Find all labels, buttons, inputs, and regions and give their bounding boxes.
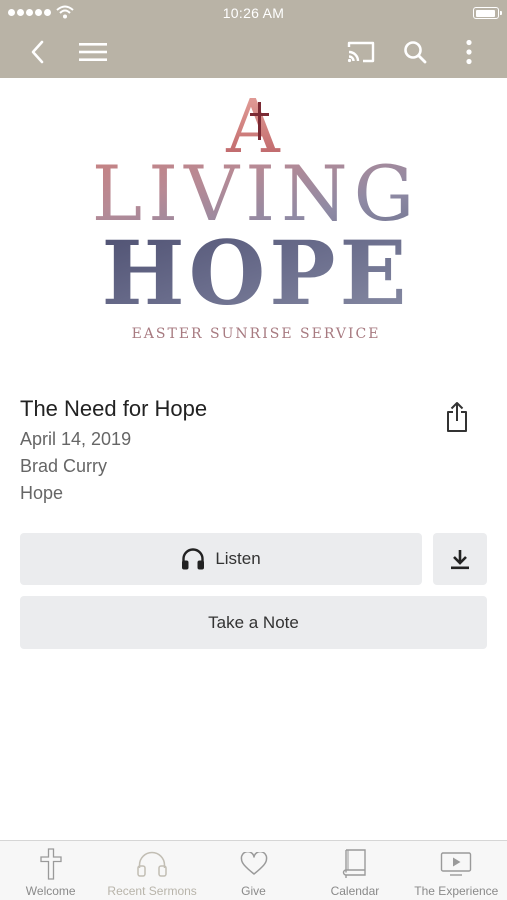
tab-bar: Welcome Recent Sermons Give Calendar The… [0,840,507,900]
headphones-icon [137,851,167,877]
tab-give[interactable]: Give [203,841,304,900]
take-a-note-button[interactable]: Take a Note [20,596,487,649]
navigation-bar [0,26,507,78]
take-a-note-label: Take a Note [208,612,299,632]
tab-label: Welcome [25,884,76,898]
sermon-series: Hope [20,483,64,503]
menu-button[interactable] [76,36,110,68]
sermon-artwork: A LIVING HOPE EASTER SUNRISE SERVICE [92,84,415,342]
sermon-details: The Need for Hope April 14, 2019 Brad Cu… [20,395,440,507]
tab-label: Recent Sermons [107,884,197,898]
sermon-date: April 14, 2019 [20,429,132,449]
battery-icon [473,7,502,19]
download-icon [451,550,469,570]
tab-recent-sermons[interactable]: Recent Sermons [101,841,202,900]
back-icon [31,40,44,64]
tab-label: Calendar [330,884,380,898]
tab-label: The Experience [414,884,499,898]
more-vertical-icon [466,39,472,65]
download-button[interactable] [433,533,487,585]
status-time: 10:26 AM [222,5,285,21]
artwork-subtitle: EASTER SUNRISE SERVICE [132,326,381,342]
heart-icon [240,852,267,875]
tab-the-experience[interactable]: The Experience [406,841,507,900]
listen-label: Listen [215,549,261,568]
sermon-title: The Need for Hope [20,396,208,421]
hamburger-menu-icon [79,43,107,61]
cross-icon [40,848,62,880]
search-icon [404,41,427,64]
tab-calendar[interactable]: Calendar [304,841,405,900]
search-button[interactable] [398,36,432,68]
back-button[interactable] [20,36,54,68]
headphones-icon [182,548,205,570]
book-icon [342,849,366,878]
artwork-title-line-3: HOPE [101,221,410,325]
tab-label: Give [241,884,266,898]
video-icon [441,852,472,876]
share-button[interactable] [440,399,474,435]
tab-welcome[interactable]: Welcome [0,841,101,900]
cast-button[interactable] [344,36,378,68]
status-bar: 10:26 AM [0,0,507,26]
more-options-button[interactable] [452,36,486,68]
listen-button[interactable]: Listen [20,533,422,585]
share-icon [447,402,467,432]
sermon-speaker: Brad Curry [20,456,108,476]
cast-icon [347,41,375,63]
